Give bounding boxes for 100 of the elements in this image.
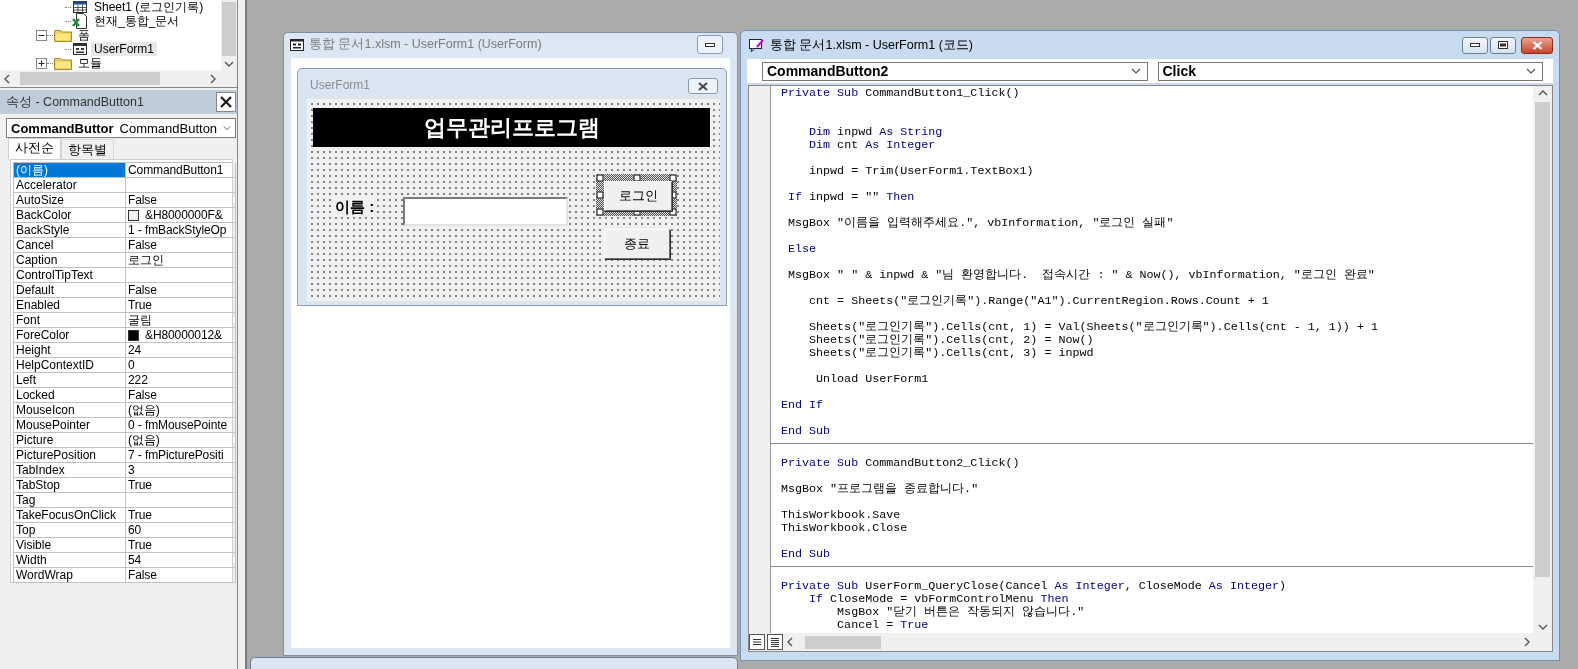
property-value[interactable]: True	[126, 478, 152, 492]
property-value[interactable]: 222	[126, 373, 148, 387]
object-dropdown[interactable]: CommandButton2	[762, 61, 1148, 81]
tab[interactable]: 사전순	[8, 138, 61, 159]
property-value[interactable]: 0 - fmMousePointe	[126, 418, 227, 432]
property-value[interactable]: (없음)	[126, 433, 160, 447]
property-name[interactable]: MouseIcon	[14, 403, 125, 417]
minimize-button[interactable]	[1462, 36, 1488, 54]
minimize-icon	[705, 42, 715, 47]
tree-item[interactable]: Sheet1 (로그인기록)	[91, 0, 207, 14]
procedure-view-icon[interactable]	[749, 634, 765, 650]
document-icon	[72, 13, 88, 29]
restore-button[interactable]	[1490, 36, 1516, 54]
property-name[interactable]: MousePointer	[14, 418, 125, 432]
horizontal-scrollbar[interactable]	[0, 70, 221, 87]
userform-frame[interactable]: UserForm1 업무관리프로그램 이름 : 로그인 종료	[297, 68, 727, 306]
code-line: End Sub	[781, 425, 832, 438]
property-value[interactable]: 54	[126, 553, 142, 567]
property-value[interactable]: 3	[126, 463, 135, 477]
scrollbar-thumb[interactable]	[1535, 102, 1550, 577]
tab[interactable]: 항목별	[61, 139, 114, 159]
property-value[interactable]: 60	[126, 523, 142, 537]
scrollbar-thumb[interactable]	[222, 2, 236, 56]
property-name[interactable]: ControlTipText	[14, 268, 125, 282]
object-dropdown[interactable]: CommandButtor CommandButton	[6, 118, 236, 138]
form-button[interactable]: 종료	[604, 229, 670, 259]
property-value[interactable]: True	[126, 298, 152, 312]
close-icon	[220, 96, 232, 108]
property-value[interactable]: (없음)	[126, 403, 160, 417]
input-field[interactable]	[403, 197, 568, 226]
folder-icon	[54, 56, 72, 70]
property-name[interactable]: WordWrap	[14, 568, 125, 582]
code-line: Else	[787, 243, 818, 256]
vertical-scrollbar[interactable]	[221, 0, 237, 70]
property-value[interactable]: 로그인	[126, 253, 164, 267]
collapse-icon[interactable]	[36, 29, 47, 41]
caret-icon	[223, 124, 231, 132]
close-icon	[1531, 40, 1543, 50]
window-title: 통합 문서1.xlsm - UserForm1 (UserForm)	[309, 36, 543, 53]
code-line: MsgBox "닫기 버튼은 작동되지 않습니다."	[836, 606, 1086, 619]
property-value[interactable]: 7 - fmPicturePositi	[126, 448, 224, 462]
property-value[interactable]: False	[126, 568, 157, 582]
code-line: MsgBox " " & inpwd & "님 환영합니다. 접속시간 : " & Now(), vbInformation, "로그인 완료"	[787, 269, 1376, 282]
property-name[interactable]: Tag	[14, 493, 125, 507]
tree-item[interactable]: UserForm1	[91, 42, 157, 56]
property-value[interactable]: 굴림	[126, 313, 152, 327]
tree-item[interactable]: 폼	[75, 28, 93, 42]
property-name[interactable]: TakeFocusOnClick	[14, 508, 125, 522]
property-name[interactable]: (이름)	[14, 163, 125, 177]
property-name[interactable]: Default	[14, 283, 125, 297]
property-name[interactable]: Font	[14, 313, 125, 327]
property-value[interactable]: False	[126, 388, 157, 402]
module-view-icon[interactable]	[767, 634, 783, 650]
form-button[interactable]: 로그인	[596, 174, 677, 216]
property-name[interactable]: ForeColor	[14, 328, 125, 342]
vertical-scrollbar[interactable]	[1533, 86, 1552, 633]
property-value[interactable]: 1 - fmBackStyleOp	[126, 223, 227, 237]
code-line: ThisWorkbook.Close	[781, 522, 909, 535]
close-button[interactable]	[216, 92, 236, 112]
property-value[interactable]: True	[126, 508, 152, 522]
property-value[interactable]: CommandButton1	[126, 163, 224, 177]
property-name[interactable]: Left	[14, 373, 125, 387]
property-name[interactable]: HelpContextID	[14, 358, 125, 372]
property-name[interactable]: PicturePosition	[14, 448, 125, 462]
property-value[interactable]: True	[126, 538, 152, 552]
property-name[interactable]: Caption	[14, 253, 125, 267]
property-name[interactable]: Locked	[14, 388, 125, 402]
property-name[interactable]: AutoSize	[14, 193, 125, 207]
property-value[interactable]: 0	[126, 358, 135, 372]
tree-item[interactable]: 모듈	[75, 56, 105, 70]
tree-item[interactable]: 현재_통합_문서	[91, 14, 183, 28]
property-name[interactable]: BackColor	[14, 208, 125, 222]
property-name[interactable]: Width	[14, 553, 125, 567]
property-value[interactable]: 24	[126, 343, 142, 357]
code-line: End If	[781, 399, 825, 412]
procedure-dropdown[interactable]: Click	[1157, 61, 1543, 81]
code-editor[interactable]	[748, 85, 1553, 652]
scrollbar-thumb[interactable]	[20, 72, 160, 85]
property-value[interactable]: False	[126, 283, 157, 297]
property-name[interactable]: Top	[14, 523, 125, 537]
scrollbar-thumb[interactable]	[805, 635, 881, 649]
property-name[interactable]: Accelerator	[14, 178, 125, 192]
expand-icon[interactable]	[36, 57, 47, 69]
property-name[interactable]: Visible	[14, 538, 125, 552]
close-button[interactable]	[688, 78, 718, 94]
property-name[interactable]: Height	[14, 343, 125, 357]
property-name[interactable]: TabIndex	[14, 463, 125, 477]
property-name[interactable]: TabStop	[14, 478, 125, 492]
horizontal-scrollbar[interactable]	[749, 633, 1533, 651]
form-canvas[interactable]: 업무관리프로그램 이름 : 로그인 종료	[307, 99, 720, 301]
close-button[interactable]	[1521, 36, 1553, 54]
property-value[interactable]: &H8000000F&	[143, 208, 223, 222]
minimize-button[interactable]	[697, 35, 723, 54]
property-value[interactable]: False	[126, 238, 157, 252]
property-value[interactable]: False	[126, 193, 157, 207]
property-name[interactable]: Cancel	[14, 238, 125, 252]
property-name[interactable]: Picture	[14, 433, 125, 447]
property-value[interactable]: &H80000012&	[143, 328, 222, 342]
property-name[interactable]: Enabled	[14, 298, 125, 312]
property-name[interactable]: BackStyle	[14, 223, 125, 237]
